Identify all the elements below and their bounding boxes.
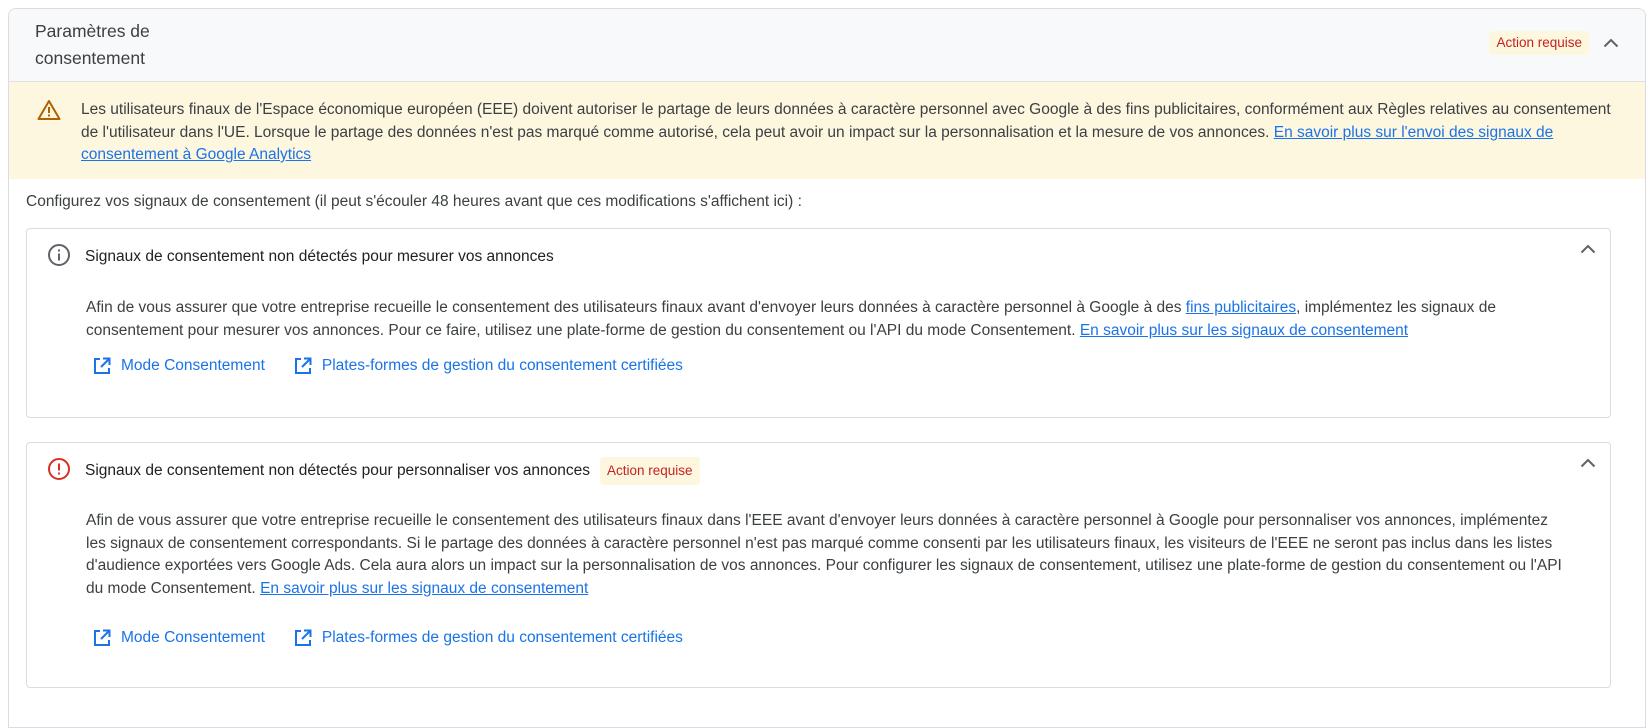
card-description: Afin de vous assurer que votre entrepris… (86, 510, 1570, 600)
certified-cmp-button[interactable]: Plates-formes de gestion du consentement… (294, 357, 683, 375)
panel-header[interactable]: Paramètres de consentement Action requis… (9, 9, 1645, 82)
warning-banner: Les utilisateurs finaux de l'Espace écon… (9, 82, 1645, 179)
card-title: Signaux de consentement non détectés pou… (85, 462, 590, 479)
card-title: Signaux de consentement non détectés pou… (85, 248, 554, 265)
card-actions: Mode Consentement Plates-formes de gesti… (93, 629, 712, 647)
action-label: Mode Consentement (121, 357, 265, 374)
action-label: Mode Consentement (121, 629, 265, 646)
header-right: Action requise (1489, 31, 1623, 55)
open-in-new-icon (94, 629, 111, 646)
open-in-new-icon (294, 629, 312, 646)
certified-cmp-button[interactable]: Plates-formes de gestion du consentement… (294, 629, 683, 647)
learn-more-consent-link[interactable]: En savoir plus sur les signaux de consen… (260, 580, 588, 597)
chevron-up-icon[interactable] (1580, 241, 1596, 259)
info-icon (47, 243, 71, 272)
consent-mode-button[interactable]: Mode Consentement (93, 357, 265, 375)
card-actions: Mode Consentement Plates-formes de gesti… (93, 357, 712, 375)
card-header[interactable]: Signaux de consentement non détectés pou… (47, 243, 554, 272)
card-body-text: Afin de vous assurer que votre entrepris… (86, 299, 1186, 316)
warning-triangle-icon (37, 99, 61, 129)
open-in-new-icon (94, 357, 111, 374)
card-description: Afin de vous assurer que votre entrepris… (86, 297, 1570, 342)
action-required-badge: Action requise (1489, 31, 1589, 55)
intro-text: Configurez vos signaux de consentement (… (26, 193, 802, 210)
card-header[interactable]: Signaux de consentement non détectés pou… (47, 457, 700, 486)
learn-more-consent-link[interactable]: En savoir plus sur les signaux de consen… (1080, 322, 1408, 339)
open-in-new-icon (294, 357, 312, 374)
action-required-badge: Action requise (599, 457, 700, 485)
action-label: Plates-formes de gestion du consentement… (321, 357, 683, 374)
chevron-up-icon[interactable] (1580, 455, 1596, 473)
personalize-ads-card: Signaux de consentement non détectés pou… (26, 442, 1611, 688)
measure-ads-card: Signaux de consentement non détectés pou… (26, 228, 1611, 418)
ad-purposes-link[interactable]: fins publicitaires (1186, 299, 1296, 316)
panel-title: Paramètres de consentement (35, 21, 150, 68)
action-label: Plates-formes de gestion du consentement… (321, 629, 683, 646)
chevron-up-icon[interactable] (1599, 31, 1623, 55)
error-icon (47, 457, 71, 486)
consent-mode-button[interactable]: Mode Consentement (93, 629, 265, 647)
